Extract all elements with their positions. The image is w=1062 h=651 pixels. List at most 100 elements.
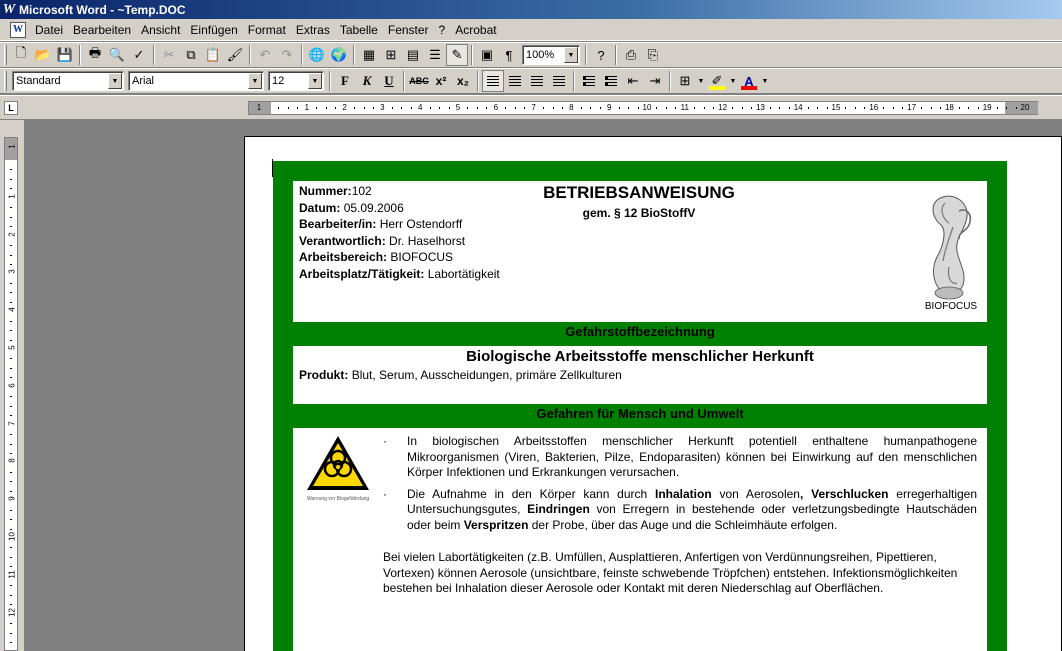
ruler-minor-tick — [467, 107, 469, 109]
drawing-icon[interactable]: ✎ — [446, 44, 468, 66]
align-center-button[interactable] — [504, 70, 526, 92]
hyperlink-icon[interactable]: 🌐 — [306, 44, 328, 66]
columns-icon[interactable]: ☰ — [424, 44, 446, 66]
underline-button[interactable]: U — [378, 70, 400, 92]
ruler-minor-tick — [391, 107, 393, 109]
chevron-down-icon[interactable]: ▼ — [760, 70, 770, 92]
tab-selector[interactable]: L — [4, 101, 18, 115]
subscript-icon[interactable]: x₂ — [452, 70, 474, 92]
separator — [353, 45, 355, 65]
chevron-down-icon[interactable]: ▼ — [108, 73, 122, 89]
menu-acrobat[interactable]: Acrobat — [450, 23, 501, 37]
superscript-icon[interactable]: x² — [430, 70, 452, 92]
chevron-down-icon[interactable]: ▼ — [728, 70, 738, 92]
copy-icon[interactable]: ⧉ — [180, 44, 202, 66]
undo-icon[interactable]: ↶ — [254, 44, 276, 66]
redo-icon[interactable]: ↷ — [276, 44, 298, 66]
toolbar-grip[interactable] — [4, 45, 7, 65]
datum-label: Datum: — [299, 200, 341, 215]
ruler-minor-tick — [10, 396, 12, 398]
chevron-down-icon[interactable]: ▼ — [564, 47, 578, 63]
nummer-value: 102 — [351, 184, 372, 198]
menu-bearbeiten[interactable]: Bearbeiten — [68, 23, 136, 37]
acrobat-email-icon[interactable]: ⎘ — [642, 44, 664, 66]
document-page[interactable]: Nummer:102 Datum: 05.09.2006 Bearbeiter/… — [244, 136, 1062, 651]
menu-format[interactable]: Format — [243, 23, 291, 37]
decrease-indent-icon[interactable]: ⇤ — [622, 70, 644, 92]
ruler-tick-label: 3 — [7, 269, 17, 275]
cut-icon[interactable]: ✂ — [158, 44, 180, 66]
menu-extras[interactable]: Extras — [291, 23, 335, 37]
paste-icon[interactable]: 📋 — [202, 44, 224, 66]
acrobat-convert-icon[interactable]: ⎙ — [620, 44, 642, 66]
ruler-minor-tick — [10, 339, 12, 341]
ruler-minor-tick — [637, 107, 639, 109]
bullets-icon[interactable] — [600, 70, 622, 92]
spellcheck-icon[interactable]: ✓ — [128, 44, 150, 66]
ruler-minor-tick — [476, 107, 478, 109]
document-area[interactable]: Nummer:102 Datum: 05.09.2006 Bearbeiter/… — [24, 120, 1062, 651]
numbering-icon[interactable] — [578, 70, 600, 92]
chevron-down-icon[interactable]: ▼ — [696, 70, 706, 92]
zoom-select[interactable]: 100% ▼ — [522, 45, 580, 65]
insert-table-icon[interactable]: ⊞ — [380, 44, 402, 66]
strikethrough-icon[interactable]: ABC — [408, 70, 430, 92]
ruler-minor-tick — [10, 207, 12, 209]
ruler-minor-tick — [10, 178, 12, 180]
ruler-minor-tick — [10, 434, 12, 436]
ruler-tick-label: 4 — [7, 307, 17, 312]
tables-borders-icon[interactable]: ▦ — [358, 44, 380, 66]
ruler-minor-tick — [10, 481, 12, 483]
web-toolbar-icon[interactable]: 🌍 — [328, 44, 350, 66]
ruler-minor-tick — [675, 107, 677, 109]
ruler-minor-tick — [694, 107, 696, 109]
font-color-icon[interactable]: A — [738, 70, 760, 92]
menu-ansicht[interactable]: Ansicht — [136, 23, 185, 37]
vertical-ruler[interactable]: 1 1 2 3 4 5 6 7 8 9 10 11 12 — [4, 137, 18, 651]
bereich-value: BIOFOCUS — [390, 250, 454, 264]
product-line: Produkt: Blut, Serum, Ausscheidungen, pr… — [299, 368, 622, 382]
toolbar-grip[interactable] — [4, 71, 7, 91]
align-left-button[interactable] — [482, 70, 504, 92]
ruler-tick-label: 12 — [7, 607, 17, 617]
document-map-icon[interactable]: ▣ — [476, 44, 498, 66]
ruler-minor-tick — [514, 107, 516, 109]
separator — [249, 45, 251, 65]
menu-help[interactable]: ? — [434, 23, 451, 37]
format-painter-icon[interactable]: 🖌 — [224, 44, 246, 66]
align-right-button[interactable] — [526, 70, 548, 92]
ruler-minor-tick — [10, 301, 12, 303]
border-icon[interactable]: ⊞ — [674, 70, 696, 92]
highlight-icon[interactable]: ✐ — [706, 70, 728, 92]
ruler-tick-label: 1 — [7, 194, 17, 199]
ruler-minor-tick — [930, 107, 932, 109]
save-icon[interactable]: 💾 — [54, 44, 76, 66]
help-icon[interactable]: ? — [590, 44, 612, 66]
font-size-select[interactable]: 12 ▼ — [268, 71, 324, 91]
document-icon[interactable] — [10, 21, 26, 38]
word-app-icon[interactable]: W — [2, 2, 16, 17]
open-folder-icon[interactable]: 📂 — [32, 44, 54, 66]
menu-datei[interactable]: Datei — [30, 23, 68, 37]
menu-fenster[interactable]: Fenster — [383, 23, 434, 37]
menu-tabelle[interactable]: Tabelle — [335, 23, 383, 37]
chevron-down-icon[interactable]: ▼ — [308, 73, 322, 89]
print-preview-icon[interactable]: 🔍 — [106, 44, 128, 66]
italic-button[interactable]: K — [356, 70, 378, 92]
menu-einfuegen[interactable]: Einfügen — [185, 23, 242, 37]
separator — [329, 71, 331, 91]
justify-button[interactable] — [548, 70, 570, 92]
print-icon[interactable]: 🖶 — [84, 44, 106, 66]
chevron-down-icon[interactable]: ▼ — [248, 73, 262, 89]
font-select[interactable]: Arial ▼ — [128, 71, 264, 91]
insert-excel-icon[interactable]: ▤ — [402, 44, 424, 66]
increase-indent-icon[interactable]: ⇥ — [644, 70, 666, 92]
new-document-icon[interactable]: 🗋 — [10, 44, 32, 66]
horizontal-ruler[interactable]: 1 1 2 3 4 5 6 7 8 9 10 11 12 13 14 15 16 17 18 19 20 — [248, 101, 1038, 115]
text-cursor — [272, 159, 273, 177]
hazard-bullet-2: Die Aufnahme in den Körper kann durch In… — [383, 487, 977, 534]
show-formatting-icon[interactable]: ¶ — [498, 44, 520, 66]
bold-button[interactable]: F — [334, 70, 356, 92]
style-select[interactable]: Standard ▼ — [12, 71, 124, 91]
ruler-tick-label: 7 — [7, 420, 17, 426]
